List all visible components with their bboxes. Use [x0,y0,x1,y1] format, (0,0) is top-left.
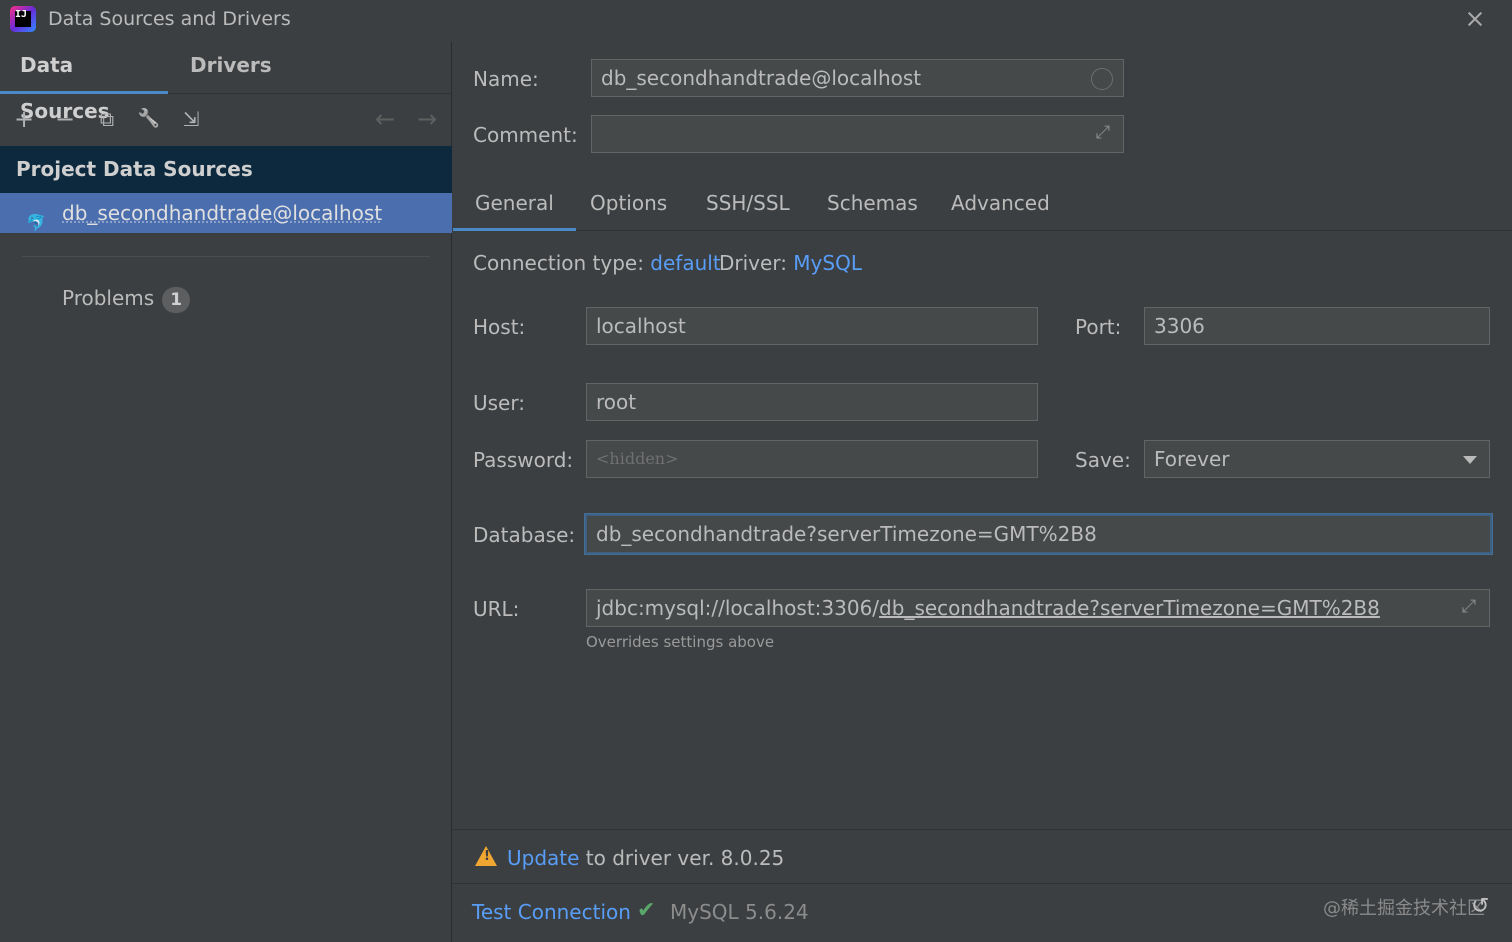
name-value: db_secondhandtrade@localhost [601,66,922,90]
app-logo-text: IJ [15,9,28,20]
reset-icon[interactable]: ↺ [1471,894,1489,919]
duplicate-icon[interactable]: ⧉ [92,104,122,134]
name-label: Name: [473,67,539,91]
tab-drivers[interactable]: Drivers [170,42,292,94]
check-icon: ✔ [637,898,656,923]
import-icon[interactable]: ⇲ [176,104,206,134]
bottom-bar: Test Connection ✔ MySQL 5.6.24 @稀土掘金技术社区… [453,883,1512,942]
window-title: Data Sources and Drivers [48,8,291,30]
update-message: Update to driver ver. 8.0.25 [507,846,785,870]
title-bar: IJ Data Sources and Drivers [0,0,1512,42]
data-source-label: db_secondhandtrade@localhost [62,201,383,225]
right-panel: Name: db_secondhandtrade@localhost Comme… [453,42,1512,942]
divider [22,256,430,257]
test-connection-link[interactable]: Test Connection [472,900,631,924]
remove-icon[interactable]: − [50,104,80,134]
connection-type-link[interactable]: default [650,251,720,275]
expand-icon[interactable]: ⤢ [1091,121,1115,145]
project-data-sources-header: Project Data Sources [0,146,452,193]
driver-link[interactable]: MySQL [793,251,862,275]
color-circle-icon[interactable] [1091,68,1113,90]
comment-input[interactable]: ⤢ [591,115,1124,153]
connection-type-row: Connection type: default [473,251,721,275]
user-input[interactable]: root [586,383,1038,421]
data-source-item[interactable]: 🐬 db_secondhandtrade@localhost [0,193,452,233]
comment-label: Comment: [473,123,578,147]
expand-icon[interactable]: ⤢ [1457,595,1481,619]
driver-label: Driver: [719,251,787,275]
host-input[interactable]: localhost [586,307,1038,345]
name-input[interactable]: db_secondhandtrade@localhost [591,59,1124,97]
database-label: Database: [473,523,576,547]
problems-count-badge: 1 [162,287,191,313]
mysql-dolphin-icon: 🐬 [26,213,46,232]
problems-item[interactable]: Problems 1 [62,286,191,313]
url-input[interactable]: jdbc:mysql://localhost:3306/db_secondhan… [586,589,1490,627]
tab-schemas[interactable]: Schemas [805,182,940,231]
close-icon[interactable] [1460,4,1490,34]
watermark: @稀土掘金技术社区 [1323,898,1485,919]
driver-row: Driver: MySQL [719,251,862,275]
save-dropdown[interactable]: Forever [1144,440,1490,478]
wrench-icon[interactable]: 🔧 [134,104,164,134]
update-link[interactable]: Update [507,846,579,870]
tab-data-sources[interactable]: Data Sources [0,42,168,123]
tab-general[interactable]: General [453,182,576,231]
host-label: Host: [473,315,526,339]
port-label: Port: [1075,315,1122,339]
back-arrow-icon[interactable]: ← [370,104,400,134]
connection-type-label: Connection type: [473,251,644,275]
settings-tabs: General Options SSH/SSL Schemas Advanced [453,182,1512,231]
forward-arrow-icon[interactable]: → [412,104,442,134]
save-value: Forever [1154,447,1230,471]
url-label: URL: [473,597,520,621]
password-label: Password: [473,448,574,472]
save-label: Save: [1075,448,1131,472]
left-panel: Data Sources Drivers + − ⧉ 🔧 ⇲ ← → Proje… [0,42,452,942]
tab-options[interactable]: Options [568,182,689,231]
tab-ssh-ssl[interactable]: SSH/SSL [684,182,812,231]
url-value: jdbc:mysql://localhost:3306/db_secondhan… [596,596,1380,620]
left-tabs: Data Sources Drivers [0,42,452,123]
database-input[interactable]: db_secondhandtrade?serverTimezone=GMT%2B… [585,514,1492,554]
user-label: User: [473,391,525,415]
driver-update-bar: ! Update to driver ver. 8.0.25 [453,829,1512,883]
test-result-text: MySQL 5.6.24 [670,900,809,924]
left-toolbar: + − ⧉ 🔧 ⇲ ← → [0,94,452,146]
chevron-down-icon [1463,456,1477,464]
port-input[interactable]: 3306 [1144,307,1490,345]
problems-label: Problems [62,286,155,310]
add-icon[interactable]: + [9,104,39,134]
url-hint: Overrides settings above [586,633,775,651]
tab-advanced[interactable]: Advanced [929,182,1072,231]
password-input[interactable]: <hidden> [586,440,1038,478]
